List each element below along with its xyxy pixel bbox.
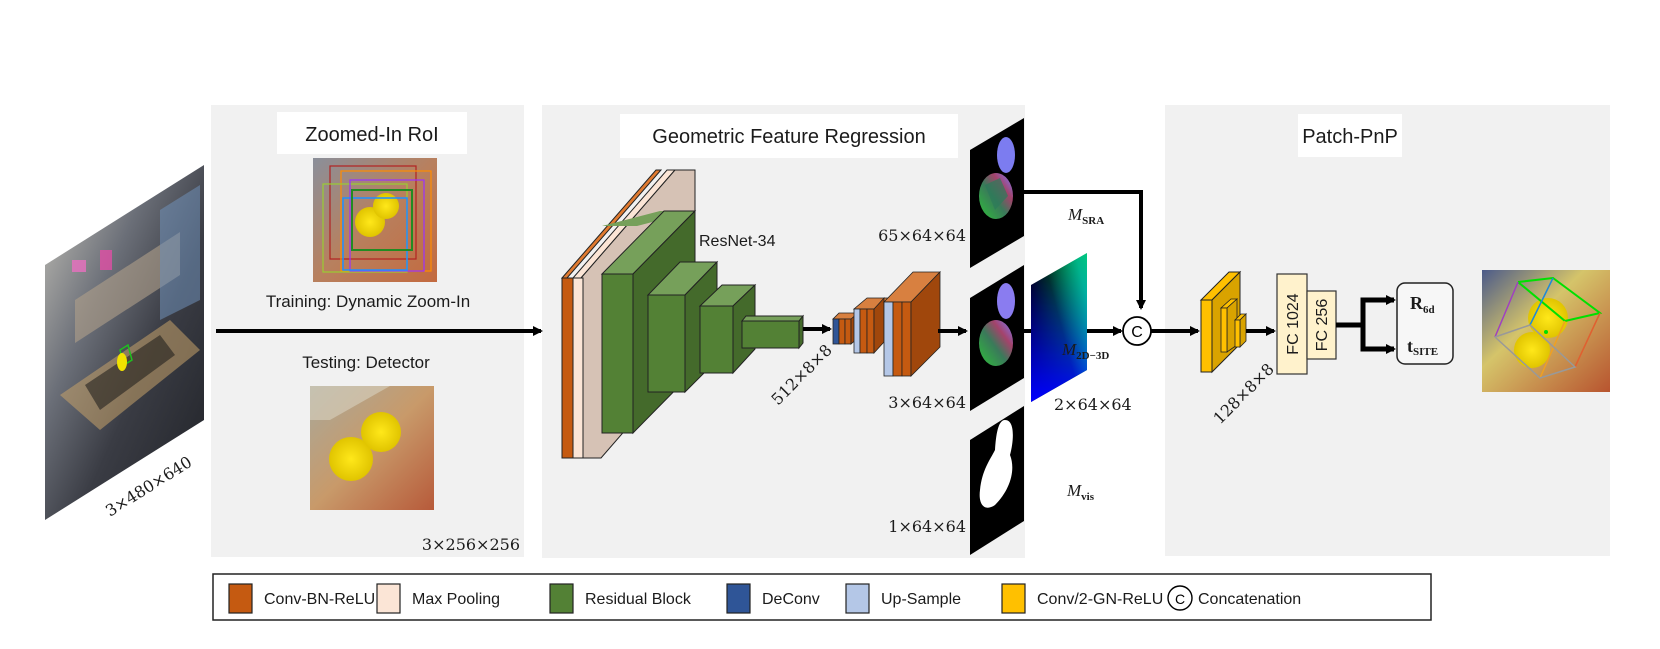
conv-gn-relu-layer [1200,299,1213,373]
roi-training-image [313,158,437,282]
residual-block-3 [699,305,734,374]
panel-title-pnp: Patch-PnP [1302,126,1398,148]
max-pooling-layer [572,277,584,459]
training-label: Training: Dynamic Zoom-In [266,292,470,311]
legend-label: DeConv [762,591,820,608]
legend-swatch [228,583,253,614]
sra-dim-label: 65×64×64 [878,226,966,245]
legend-swatch [845,583,870,614]
residual-block-2 [647,294,686,393]
panel-title-roi: Zoomed-In RoI [305,124,438,146]
coord-dim-label: 2×64×64 [1054,395,1132,414]
xyz-dim-label: 3×64×64 [888,393,966,412]
vis-map-label: Mvis [1066,481,1095,503]
testing-label: Testing: Detector [302,353,430,372]
svg-text:C: C [1131,324,1143,341]
legend-label: Up-Sample [881,591,961,608]
deconv-layer [832,318,840,345]
backbone-label: ResNet-34 [699,233,776,250]
conv-bn-relu-layer [838,318,846,345]
residual-block-4-side [798,314,804,350]
roi-testing-image [310,386,434,510]
legend-label: Residual Block [585,591,692,608]
panel-title-gfr: Geometric Feature Regression [652,126,925,148]
legend-label: Conv/2-GN-ReLU [1037,591,1163,608]
conv-bn-relu-layer-front [561,277,574,459]
legend-swatch [726,583,751,614]
fc-256-label: FC 256 [1314,299,1331,352]
pose-result-image [1482,270,1610,392]
residual-block-1 [601,273,634,434]
fc-1024-label: FC 1024 [1285,293,1302,354]
mask-dim-label: 1×64×64 [888,517,966,536]
sra-map-label: MSRA [1067,205,1104,227]
legend-label: Conv-BN-ReLU [264,591,375,608]
concatenation-node: C [1122,316,1152,346]
legend-swatch [376,583,401,614]
legend-swatch [549,583,574,614]
upsample-layer [853,308,861,354]
coord-2d3d-map [1031,253,1087,402]
residual-block-4 [741,320,800,349]
legend-swatch [1001,583,1026,614]
legend-label: Max Pooling [412,591,500,608]
concatenation-icon-symbol: C [1175,591,1185,607]
pipeline-diagram: Zoomed-In RoI Geometric Feature Regressi… [45,105,1610,621]
upsample-layer [883,301,894,377]
legend-label: Concatenation [1198,591,1301,608]
roi-dim-label: 3×256×256 [422,535,520,554]
